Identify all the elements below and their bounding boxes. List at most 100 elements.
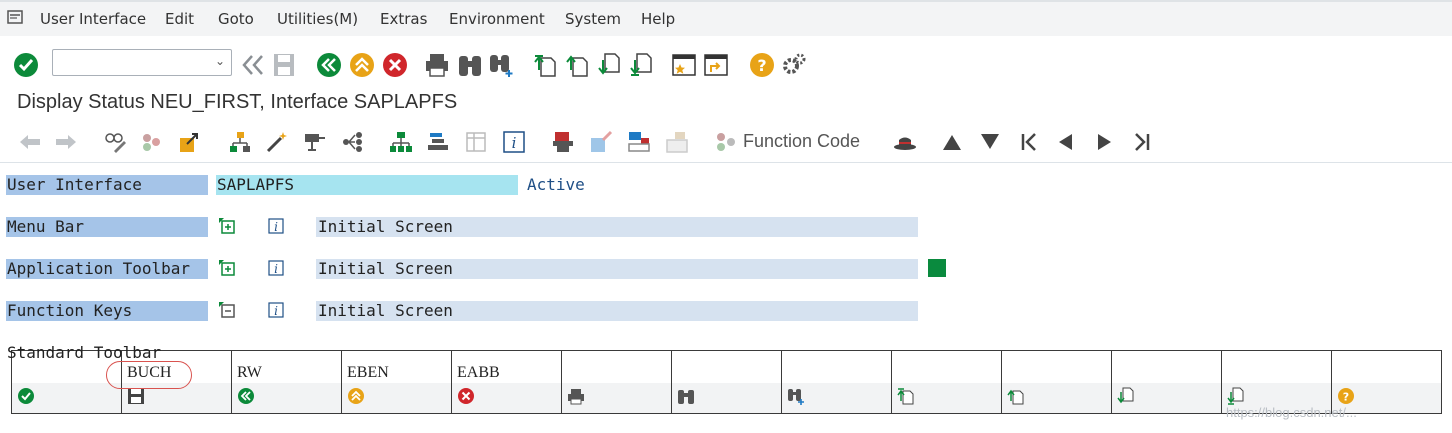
arrow-left-icon[interactable] [18, 133, 42, 151]
function-code: EABB [457, 364, 500, 381]
std-cell[interactable] [892, 351, 1002, 413]
menu-bar: User Interface Edit Goto Utilities(M) Ex… [0, 0, 1452, 36]
triangle-up-icon[interactable] [941, 133, 963, 151]
svg-text:i: i [512, 134, 517, 152]
help-icon[interactable]: ? [749, 52, 775, 78]
next-page-icon[interactable] [597, 52, 621, 78]
distribute-icon[interactable] [665, 130, 689, 154]
shortcut-icon[interactable] [703, 52, 729, 78]
menu-environment[interactable]: Environment [449, 10, 545, 28]
screen-painter-icon[interactable] [551, 130, 575, 154]
expand-icon[interactable] [219, 218, 235, 234]
where-used-icon[interactable] [303, 130, 327, 154]
function-code: EBEN [347, 364, 389, 381]
std-cell[interactable]: RW [232, 351, 342, 413]
status-text: Active [527, 175, 585, 194]
back-double-icon[interactable] [240, 53, 266, 77]
stack-icon[interactable] [426, 130, 450, 154]
menu-bar-value[interactable]: Initial Screen [316, 217, 918, 237]
std-cell[interactable] [1222, 351, 1332, 413]
chevron-down-icon[interactable]: ⌄ [215, 54, 225, 68]
function-keys-label: Function Keys [6, 301, 208, 321]
find-icon[interactable] [457, 52, 483, 78]
menu-utilities[interactable]: Utilities(M) [277, 10, 358, 28]
help-icon: ? [1338, 388, 1354, 404]
print-icon[interactable] [424, 52, 450, 78]
std-cell[interactable] [782, 351, 892, 413]
status-indicator [928, 259, 946, 277]
back-icon[interactable] [316, 52, 342, 78]
application-toolbar-value[interactable]: Initial Screen [316, 259, 918, 279]
cancel-icon[interactable] [382, 52, 408, 78]
object-list-icon[interactable] [389, 130, 413, 154]
table-icon[interactable] [465, 131, 487, 153]
svg-text:i: i [274, 304, 278, 318]
expand-icon[interactable] [219, 260, 235, 276]
save-icon[interactable] [272, 52, 296, 78]
last-icon[interactable] [1132, 132, 1152, 152]
find-next-icon[interactable] [489, 52, 515, 78]
magic-wand-icon[interactable] [265, 130, 289, 154]
info-icon[interactable]: i [503, 131, 525, 153]
std-cell[interactable]: EABB [452, 351, 562, 413]
std-cell[interactable] [1002, 351, 1112, 413]
menu-system[interactable]: System [565, 10, 621, 28]
active-inactive-icon[interactable] [140, 131, 164, 153]
hat-icon[interactable] [893, 131, 917, 153]
first-page-icon [897, 388, 914, 405]
function-code-icon[interactable] [714, 131, 738, 153]
check-object-icon[interactable] [178, 130, 202, 154]
std-cell[interactable] [1112, 351, 1222, 413]
create-session-icon[interactable] [671, 52, 697, 78]
standard-toolbar-label: Standard Toolbar [7, 343, 162, 362]
next-page-icon [1117, 387, 1134, 404]
find-icon [678, 390, 694, 404]
command-field[interactable]: ⌄ [52, 49, 232, 76]
block-icon[interactable] [627, 130, 651, 154]
back-icon [238, 388, 254, 404]
svg-text:i: i [274, 262, 278, 276]
page-title: Display Status NEU_FIRST, Interface SAPL… [17, 91, 458, 113]
enter-icon[interactable] [13, 52, 39, 78]
menu-edit[interactable]: Edit [165, 10, 194, 28]
std-cell[interactable] [562, 351, 672, 413]
hierarchy-icon[interactable] [228, 130, 252, 154]
insert-icon[interactable] [589, 130, 613, 154]
user-interface-value[interactable]: SAPLAPFS [216, 175, 518, 195]
user-interface-label: User Interface [6, 175, 208, 195]
next-icon[interactable] [1094, 132, 1114, 152]
first-page-icon[interactable] [533, 52, 557, 78]
info-icon[interactable]: i [268, 218, 284, 234]
function-code-button[interactable]: Function Code [743, 131, 860, 152]
navigate-icon[interactable] [341, 130, 365, 154]
info-icon[interactable]: i [268, 260, 284, 276]
svg-text:?: ? [1343, 391, 1349, 404]
menu-help[interactable]: Help [641, 10, 675, 28]
first-icon[interactable] [1019, 132, 1039, 152]
last-page-icon[interactable] [629, 52, 653, 78]
display-change-icon[interactable] [104, 131, 128, 153]
last-page-icon [1227, 387, 1244, 405]
system-menu-icon[interactable] [7, 9, 27, 27]
customize-icon[interactable] [781, 52, 807, 78]
svg-text:i: i [274, 220, 278, 234]
std-cell[interactable]: EBEN [342, 351, 452, 413]
exit-icon[interactable] [349, 52, 375, 78]
previous-page-icon[interactable] [565, 52, 589, 78]
highlight-annotation [106, 361, 192, 389]
arrow-right-icon[interactable] [54, 133, 78, 151]
svg-text:?: ? [757, 56, 766, 75]
menu-bar-label: Menu Bar [6, 217, 208, 237]
function-keys-value[interactable]: Initial Screen [316, 301, 918, 321]
menu-extras[interactable]: Extras [380, 10, 427, 28]
previous-icon[interactable] [1056, 132, 1076, 152]
collapse-icon[interactable] [219, 302, 235, 318]
print-icon [568, 389, 584, 405]
menu-user-interface[interactable]: User Interface [40, 10, 146, 28]
watermark: https://blog.csdn.net/... [1226, 405, 1357, 420]
triangle-down-icon[interactable] [979, 133, 1001, 151]
info-icon[interactable]: i [268, 302, 284, 318]
std-cell[interactable]: ? [1332, 351, 1441, 413]
menu-goto[interactable]: Goto [218, 10, 254, 28]
std-cell[interactable] [672, 351, 782, 413]
